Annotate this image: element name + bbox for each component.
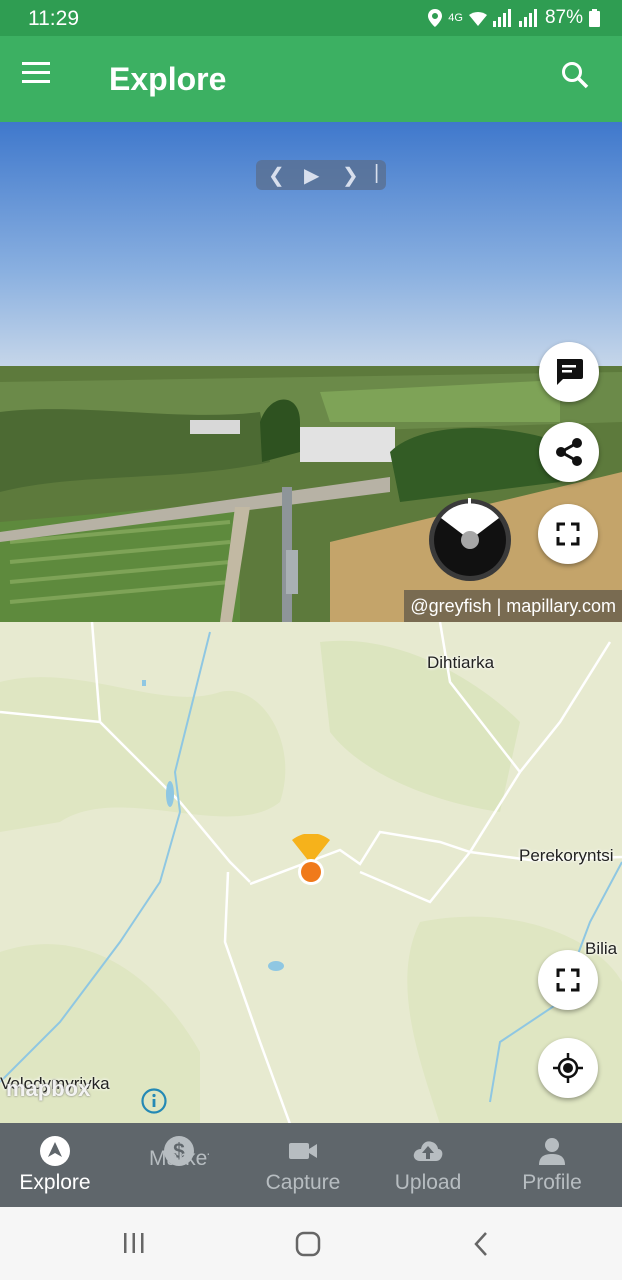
map-view[interactable]: Dihtiarka Perekoryntsi Bilia Volodymyriv… (0, 622, 622, 1124)
street-image-viewer[interactable]: ❮ ▶ ❯ | @greyfish | mapillary.com (0, 122, 622, 622)
explore-icon (40, 1136, 70, 1166)
fullscreen-icon (556, 968, 580, 992)
next-icon[interactable]: ❯ (342, 163, 359, 188)
upload-icon (413, 1141, 443, 1161)
locate-button[interactable] (538, 1038, 598, 1098)
camera-icon (289, 1143, 317, 1159)
profile-icon (539, 1138, 565, 1165)
image-attribution[interactable]: @greyfish | mapillary.com (404, 590, 622, 622)
sequence-controls: ❮ ▶ ❯ | (256, 160, 386, 190)
nav-item-marketplace[interactable]: $ Marketplace (117, 1123, 241, 1207)
recent-apps-icon[interactable] (122, 1231, 146, 1255)
viewer-fullscreen-button[interactable] (538, 504, 598, 564)
map-label-dihtiarka: Dihtiarka (427, 653, 495, 672)
menu-icon (22, 62, 50, 83)
map-label-perekoryntsi: Perekoryntsi (519, 846, 614, 865)
nav-item-profile[interactable]: Profile (490, 1123, 614, 1207)
mapbox-logo-text: mapbox (6, 1076, 91, 1101)
signal-icon (492, 9, 511, 27)
status-bar: 11:29 4G 87% (0, 0, 622, 36)
locate-icon (553, 1053, 583, 1083)
menu-button[interactable] (22, 62, 62, 96)
battery-level: 87% (544, 7, 583, 28)
signal-icon-2 (518, 9, 537, 27)
previous-icon[interactable]: ❮ (268, 163, 285, 188)
wifi-icon (468, 12, 487, 26)
nav-item-capture[interactable]: Capture (241, 1123, 365, 1207)
compass-icon[interactable] (428, 498, 512, 582)
fullscreen-icon (556, 522, 580, 546)
comment-button[interactable] (539, 342, 599, 402)
map-fullscreen-button[interactable] (538, 950, 598, 1010)
share-icon (556, 438, 582, 466)
bottom-navigation: Explore $ Marketplace Capture Upload Pro… (0, 1123, 622, 1207)
position-marker-icon[interactable] (288, 834, 334, 886)
nav-item-explore[interactable]: Explore (0, 1123, 117, 1207)
comment-icon (557, 359, 583, 385)
play-icon[interactable]: ▶ (304, 163, 319, 188)
share-button[interactable] (539, 422, 599, 482)
app-bar: Explore (0, 36, 622, 122)
nav-label-marketplace: Marketplace (149, 1147, 209, 1170)
system-navigation-bar (0, 1207, 622, 1280)
battery-icon (589, 9, 600, 27)
status-icons: 4G 87% (428, 7, 600, 29)
status-time: 11:29 (28, 7, 79, 30)
search-icon (562, 62, 589, 89)
nav-label-capture: Capture (265, 1171, 341, 1194)
stop-icon[interactable]: | (374, 162, 379, 185)
mapbox-logo[interactable]: mapbox (6, 1076, 90, 1102)
nav-label-explore: Explore (19, 1171, 91, 1194)
nav-item-upload[interactable]: Upload (366, 1123, 490, 1207)
search-button[interactable] (560, 60, 600, 100)
nav-label-upload: Upload (394, 1171, 462, 1194)
home-icon[interactable] (295, 1231, 321, 1257)
panorama-image (0, 122, 622, 622)
location-icon (428, 9, 443, 27)
info-icon[interactable] (141, 1088, 167, 1114)
network-type: 4G (448, 12, 463, 24)
back-icon[interactable] (472, 1231, 492, 1257)
page-title: Explore (109, 61, 227, 97)
nav-label-profile: Profile (522, 1171, 582, 1194)
map-label-bilia: Bilia (585, 939, 618, 958)
